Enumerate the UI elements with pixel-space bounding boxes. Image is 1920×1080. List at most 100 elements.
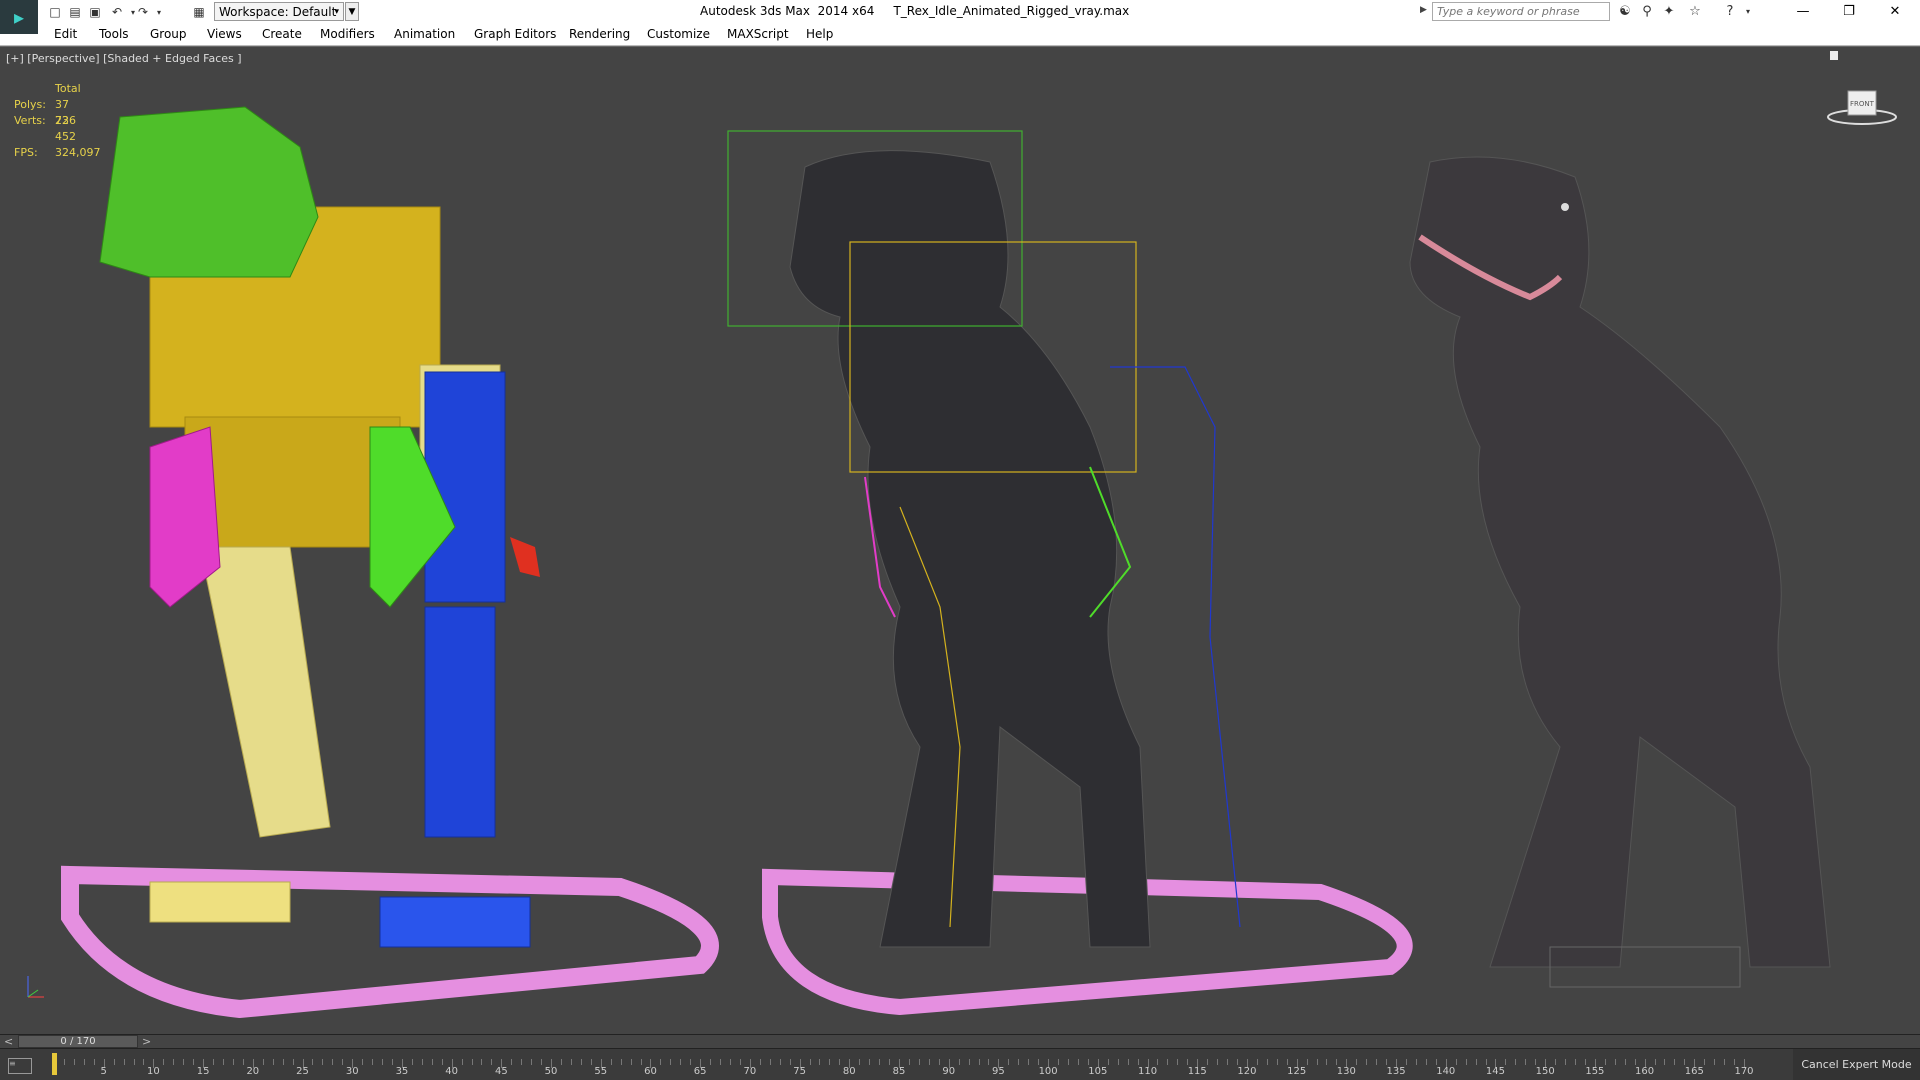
- help-dropdown-icon[interactable]: ▾: [1738, 3, 1758, 21]
- scene-canvas[interactable]: [0, 47, 1920, 1034]
- rig-foot-blue[interactable]: [379, 896, 531, 948]
- timeline-tick-label: 5: [100, 1066, 107, 1077]
- rig-foot-yellow[interactable]: [149, 881, 291, 923]
- timeline-tick: [1336, 1059, 1338, 1065]
- timeline-tick: [1704, 1059, 1706, 1065]
- timeline-tick: [392, 1059, 393, 1065]
- timeline-tick: [630, 1059, 632, 1065]
- timeline-tick: [1058, 1059, 1060, 1065]
- menu-graph-editors[interactable]: Graph Editors: [474, 27, 556, 41]
- menu-help[interactable]: Help: [806, 27, 833, 41]
- rig-leg-yellow[interactable]: [199, 546, 331, 838]
- rig-head[interactable]: [99, 106, 319, 278]
- timeline-tick: [1684, 1059, 1686, 1065]
- timeline-tick: [1177, 1059, 1179, 1065]
- timeline-tick: [1227, 1059, 1229, 1065]
- timeline-tick: [1306, 1059, 1308, 1065]
- save-icon[interactable]: ▣: [86, 3, 104, 21]
- timeline-tick: [372, 1059, 374, 1065]
- search-expand-icon[interactable]: ▶: [1420, 5, 1427, 15]
- viewcube-icon[interactable]: FRONT: [1826, 85, 1898, 127]
- box-rig-model[interactable]: [61, 106, 719, 1019]
- menu-tools[interactable]: Tools: [99, 27, 129, 41]
- search-input[interactable]: [1432, 2, 1610, 21]
- cancel-expert-mode-button[interactable]: Cancel Expert Mode: [1793, 1049, 1920, 1080]
- timeline-tick-label: 45: [494, 1066, 508, 1077]
- timeline-tick: [1515, 1059, 1517, 1065]
- timeline-tick: [113, 1059, 115, 1065]
- rigged-trex-model[interactable]: [727, 130, 1413, 1016]
- timeline-tick: [1217, 1059, 1219, 1065]
- trex-body-wireframe[interactable]: [789, 150, 1151, 948]
- timeline-tick: [1415, 1059, 1417, 1065]
- timeline-tick: [1237, 1059, 1238, 1065]
- minimize-button[interactable]: —: [1780, 0, 1826, 24]
- close-button[interactable]: ✕: [1872, 0, 1918, 24]
- time-slider-handle[interactable]: 0 / 170: [18, 1035, 138, 1048]
- timeline-tick: [1366, 1059, 1368, 1065]
- menu-edit[interactable]: Edit: [54, 27, 77, 41]
- track-ticks[interactable]: 5 10 15 20 25 30 35 40 45 50 55 60 65 70 75 80 85 90 95 100…: [50, 1049, 1754, 1080]
- timeline-tick: [690, 1059, 692, 1065]
- timeline-tick: [312, 1059, 314, 1065]
- viewport-label-menu[interactable]: [+] [Perspective] [Shaded + Edged Faces …: [6, 52, 242, 65]
- timeline-tick: [1674, 1059, 1676, 1065]
- axis-tripod-icon: [27, 976, 44, 998]
- textured-trex-model[interactable]: [1409, 156, 1831, 988]
- mini-curve-editor-icon[interactable]: ≡: [8, 1058, 32, 1074]
- timeline-tick: [928, 1059, 930, 1065]
- app-menu-logo-icon[interactable]: ▸: [0, 0, 38, 34]
- quick-access-customize-button[interactable]: ▼: [345, 2, 359, 21]
- subscription-key-icon[interactable]: ⚲: [1637, 3, 1657, 21]
- project-folder-icon[interactable]: ▦: [190, 3, 208, 21]
- timeline-tick-label: 20: [246, 1066, 260, 1077]
- timeline-tick-label: 50: [544, 1066, 558, 1077]
- menu-animation[interactable]: Animation: [394, 27, 455, 41]
- redo-dropdown-icon[interactable]: ▾: [150, 3, 168, 21]
- menu-views[interactable]: Views: [207, 27, 242, 41]
- workspace-dropdown[interactable]: Workspace: Default ▾: [214, 2, 344, 21]
- trex-body-textured[interactable]: [1409, 156, 1831, 968]
- menu-create[interactable]: Create: [262, 27, 302, 41]
- help-icon[interactable]: ?: [1720, 3, 1740, 21]
- timeline-tick: [1634, 1059, 1636, 1065]
- timeline-tick: [1535, 1059, 1537, 1065]
- timeline-tick: [879, 1059, 881, 1065]
- timeline-tick: [173, 1059, 175, 1065]
- perspective-viewport[interactable]: [+] [Perspective] [Shaded + Edged Faces …: [0, 46, 1920, 1034]
- timeline-tick: [441, 1059, 443, 1065]
- communication-center-icon[interactable]: ✦: [1659, 3, 1679, 21]
- menu-rendering[interactable]: Rendering: [569, 27, 630, 41]
- timeline-tick: [759, 1059, 761, 1065]
- menu-maxscript[interactable]: MAXScript: [727, 27, 789, 41]
- timeline-tick: [133, 1059, 135, 1065]
- timeline-tick-label: 115: [1187, 1066, 1207, 1077]
- new-file-icon[interactable]: □: [46, 3, 64, 21]
- timeline-tick-label: 80: [842, 1066, 856, 1077]
- timeline-tick: [213, 1059, 215, 1065]
- timeline-tick: [1584, 1059, 1586, 1065]
- timeline-tick: [232, 1059, 234, 1065]
- timeline-tick: [1266, 1059, 1268, 1065]
- favorites-star-icon[interactable]: ☆: [1685, 3, 1705, 21]
- binoculars-icon[interactable]: ☯: [1615, 3, 1635, 21]
- timeline-tick: [580, 1059, 582, 1065]
- rig-leg-blue-lower[interactable]: [424, 606, 496, 838]
- pin-icon[interactable]: [1830, 51, 1838, 60]
- timeline-tick: [640, 1059, 642, 1065]
- timeline-tick: [739, 1059, 741, 1065]
- menu-group[interactable]: Group: [150, 27, 187, 41]
- open-file-icon[interactable]: ▤: [66, 3, 84, 21]
- timeline-tick-label: 130: [1336, 1066, 1356, 1077]
- timeline-tick: [83, 1059, 85, 1065]
- timeline-tick: [1376, 1059, 1378, 1065]
- menu-modifiers[interactable]: Modifiers: [320, 27, 375, 41]
- time-next-button[interactable]: >: [142, 1035, 151, 1048]
- time-prev-button[interactable]: <: [4, 1035, 13, 1048]
- restore-button[interactable]: ❐: [1826, 0, 1872, 24]
- rig-tail-red[interactable]: [510, 537, 540, 577]
- track-bar[interactable]: ≡ 5 10 15 20 25 30 35 40 45 50 55 60 65 70 75 80 85 90 95 1…: [0, 1048, 1920, 1080]
- timeline-tick: [1356, 1059, 1358, 1065]
- menu-customize[interactable]: Customize: [647, 27, 710, 41]
- file-name: T_Rex_Idle_Animated_Rigged_vray.max: [893, 4, 1130, 18]
